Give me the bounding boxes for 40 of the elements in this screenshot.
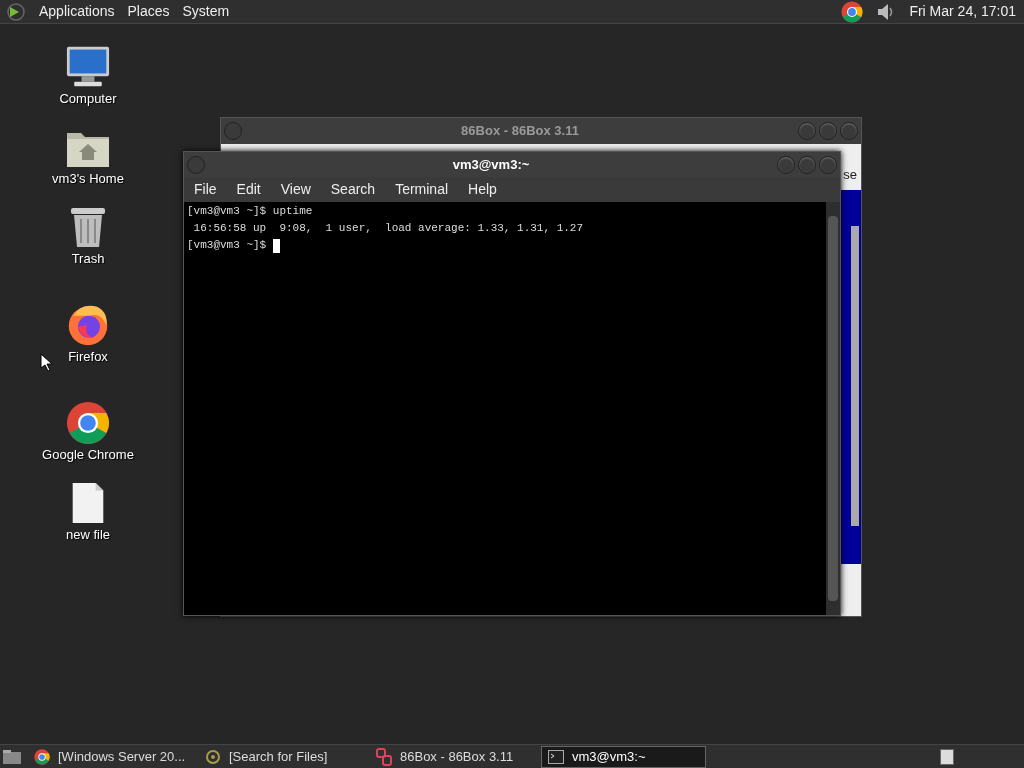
terminal-line: 16:56:58 up 9:08, 1 user, load average: 1.33, 1.31, 1.27 [192,221,584,236]
taskbar-button[interactable]: vm3@vm3:~ [541,745,706,768]
window-title: 86Box - 86Box 3.11 [461,122,579,141]
toolbar-text: se [843,165,857,184]
menu-item[interactable]: Search [330,179,376,200]
menu-item[interactable]: View [280,179,311,200]
taskbar-button[interactable]: [Windows Server 20... [28,745,193,768]
workspace-switcher[interactable] [940,748,954,765]
chip-icon [376,747,392,766]
panel-clock[interactable]: Fri Mar 24, 17:01 [909,1,1016,22]
desktop-icon-label[interactable]: Computer [59,91,117,107]
desktop-icon-label[interactable]: new file [65,527,111,543]
terminal-prompt: [vm3@vm3 ~]$ [187,238,268,253]
panel-menu[interactable]: Places [127,1,170,22]
taskbar-button[interactable]: [Search for Files] [199,745,364,768]
terminal-icon [548,749,564,764]
show-desktop-icon[interactable] [2,748,22,765]
mouse-pointer-icon [40,353,52,371]
terminal-line: [vm3@vm3 ~]$ uptime [187,204,313,219]
chrome-icon[interactable] [841,0,864,23]
trash-icon[interactable] [69,205,107,249]
desktop-icon-label[interactable]: vm3's Home [52,171,124,187]
desktop-icon-label[interactable]: Firefox [68,349,108,365]
panel-menu[interactable]: System [182,1,230,22]
desktop-icon-label[interactable]: Trash [71,251,105,267]
menu-item[interactable]: Edit [236,179,261,200]
menu-item[interactable]: Help [468,179,497,200]
window-title: vm3@vm3:~ [452,155,530,174]
desktop-icon-label[interactable]: Google Chrome [42,447,134,463]
menu-logo-icon[interactable] [6,1,26,22]
text-cursor [272,238,280,253]
scrollbar[interactable] [826,202,840,615]
chrome-icon[interactable] [64,401,112,445]
file-icon[interactable] [70,481,106,525]
search-icon [205,748,221,765]
panel-menu[interactable]: Applications [39,1,115,22]
taskbar-button[interactable]: 86Box - 86Box 3.11 [370,745,535,768]
chrome-icon[interactable] [34,748,50,765]
menu-item[interactable]: Terminal [395,179,449,200]
menu-item[interactable]: File [194,179,217,200]
